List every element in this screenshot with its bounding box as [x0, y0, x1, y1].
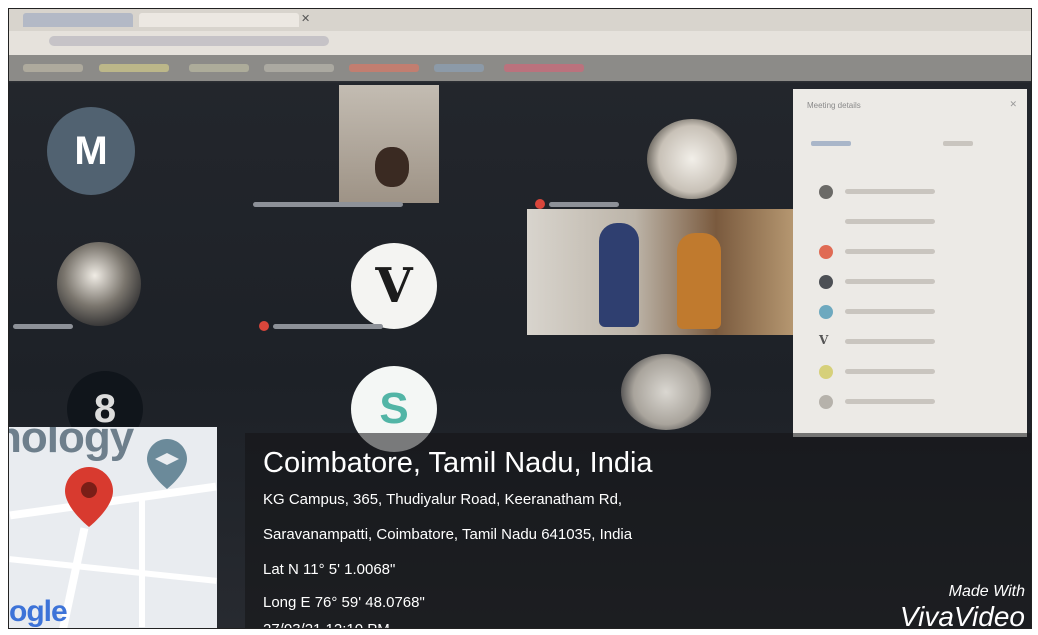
bookmark-item[interactable] [23, 64, 83, 72]
participant-avatar-sketch[interactable] [647, 119, 737, 199]
browser-tab[interactable] [23, 13, 133, 27]
blurred-name [845, 249, 935, 254]
tab-chat[interactable] [942, 141, 973, 146]
map-pin-icon [65, 467, 113, 527]
avatar [819, 305, 833, 319]
browser-tab-bar: ✕ [9, 9, 1031, 31]
blurred-name [845, 189, 935, 194]
bookmark-item[interactable] [349, 64, 419, 72]
panel-title: Meeting details [807, 101, 861, 110]
url-field[interactable] [49, 36, 329, 46]
participant-face [375, 147, 409, 187]
blurred-name [273, 323, 383, 329]
participant-list-item[interactable] [819, 243, 969, 259]
participant-name-tag [259, 319, 383, 333]
mic-off-icon [259, 321, 269, 331]
browser-tab-active[interactable] [139, 13, 299, 27]
bookmark-item[interactable] [434, 64, 484, 72]
bookmark-item[interactable] [504, 64, 584, 72]
participant-avatar-v[interactable]: V [351, 243, 437, 329]
participant-video-2[interactable] [527, 209, 797, 335]
timestamp: 27/03/21 12:10 PM [263, 621, 390, 628]
blurred-name [845, 399, 935, 404]
blurred-name [845, 339, 935, 344]
participant-list-item[interactable] [819, 363, 969, 379]
participant-list-item[interactable] [819, 213, 969, 229]
participant-list-item[interactable]: V [819, 333, 969, 349]
participant-name-tag [253, 197, 403, 211]
watermark-brand: VivaVideo [899, 601, 1025, 629]
person-figure [677, 233, 721, 329]
blurred-name [13, 323, 73, 329]
avatar: V [819, 333, 829, 347]
map-label: nology [9, 427, 134, 462]
participant-list-item[interactable] [819, 393, 969, 409]
geo-caption: Coimbatore, Tamil Nadu, India KG Campus,… [245, 433, 1031, 628]
bookmark-item[interactable] [189, 64, 249, 72]
participant-list-item[interactable] [819, 183, 969, 199]
address-bar[interactable] [9, 31, 1031, 55]
participant-video-1[interactable] [339, 85, 439, 203]
google-logo: ogle [9, 595, 68, 628]
blurred-name [549, 201, 619, 207]
bookmark-item[interactable] [264, 64, 334, 72]
close-tab-icon[interactable]: ✕ [301, 12, 310, 25]
blurred-name [845, 369, 935, 374]
close-icon[interactable]: ✕ [1009, 99, 1017, 110]
participant-list-item[interactable] [819, 273, 969, 289]
address-line-2: Saravanampatti, Coimbatore, Tamil Nadu 6… [263, 526, 633, 543]
location-map: nology ogle [9, 427, 217, 628]
participant-list-item[interactable] [819, 303, 969, 319]
bookmark-item[interactable] [99, 64, 169, 72]
map-road [139, 497, 145, 627]
blurred-name [845, 279, 935, 284]
blurred-name [253, 201, 403, 207]
school-pin-icon [147, 439, 187, 489]
mic-off-icon [535, 199, 545, 209]
participant-avatar-m[interactable]: M [47, 107, 135, 195]
avatar [819, 185, 833, 199]
person-figure [599, 223, 639, 327]
avatar [819, 365, 833, 379]
location-title: Coimbatore, Tamil Nadu, India [263, 447, 653, 479]
map-road [9, 556, 217, 584]
participant-avatar-sketch[interactable] [621, 354, 711, 430]
participant-avatar-photo[interactable] [57, 242, 141, 326]
screen-photo: ✕ M V 8 S Meeting details ✕ V ology ogle… [8, 8, 1032, 629]
watermark-made-with: Made With [948, 583, 1025, 600]
avatar [819, 275, 833, 289]
blurred-name [845, 219, 935, 224]
meeting-details-panel: Meeting details ✕ V [793, 89, 1027, 437]
longitude: Long E 76° 59' 48.0768" [263, 594, 425, 611]
blurred-name [845, 309, 935, 314]
tab-people[interactable] [811, 141, 851, 146]
avatar [819, 245, 833, 259]
panel-tabs[interactable] [811, 141, 973, 148]
avatar [819, 395, 833, 409]
latitude: Lat N 11° 5' 1.0068" [263, 561, 396, 578]
bookmarks-bar [9, 55, 1031, 116]
address-line-1: KG Campus, 365, Thudiyalur Road, Keerana… [263, 491, 623, 508]
participant-name-tag [13, 319, 73, 333]
